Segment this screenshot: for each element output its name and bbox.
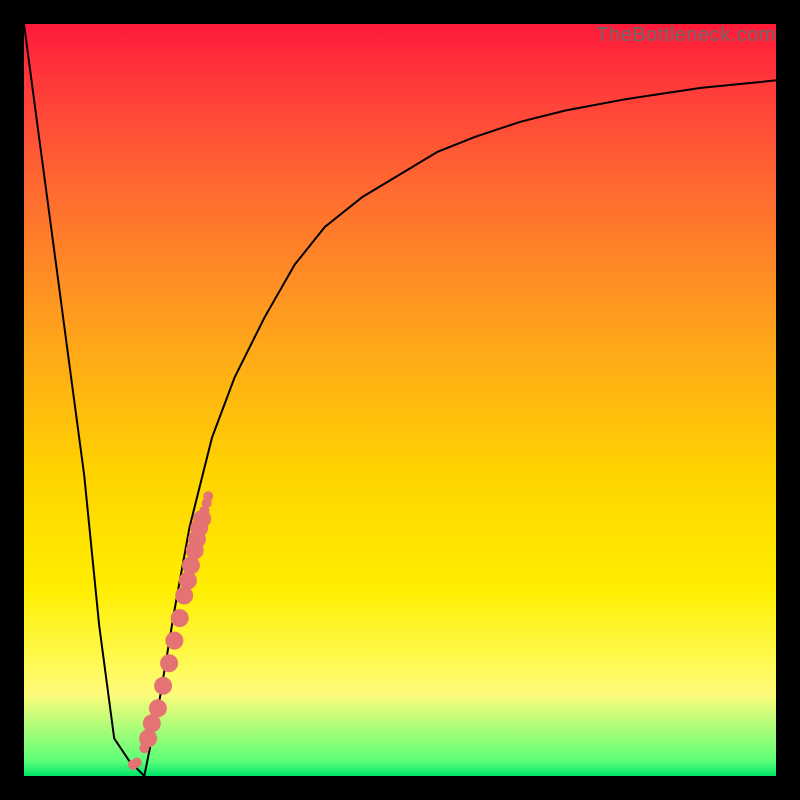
cluster-dot (154, 677, 172, 695)
cluster-dot (149, 699, 167, 717)
bottleneck-curve (24, 24, 776, 776)
cluster-dot (165, 632, 183, 650)
cluster-dot (182, 556, 200, 574)
cluster-dot (139, 729, 157, 747)
cluster-dot (132, 758, 142, 768)
chart-frame: TheBottleneck.com (0, 0, 800, 800)
cluster-dot (179, 572, 197, 590)
chart-svg (24, 24, 776, 776)
cluster-dot (175, 587, 193, 605)
plot-area (24, 24, 776, 776)
watermark: TheBottleneck.com (596, 24, 776, 47)
cluster-dot (171, 609, 189, 627)
cluster-dot (203, 491, 213, 501)
cluster-dot (160, 654, 178, 672)
